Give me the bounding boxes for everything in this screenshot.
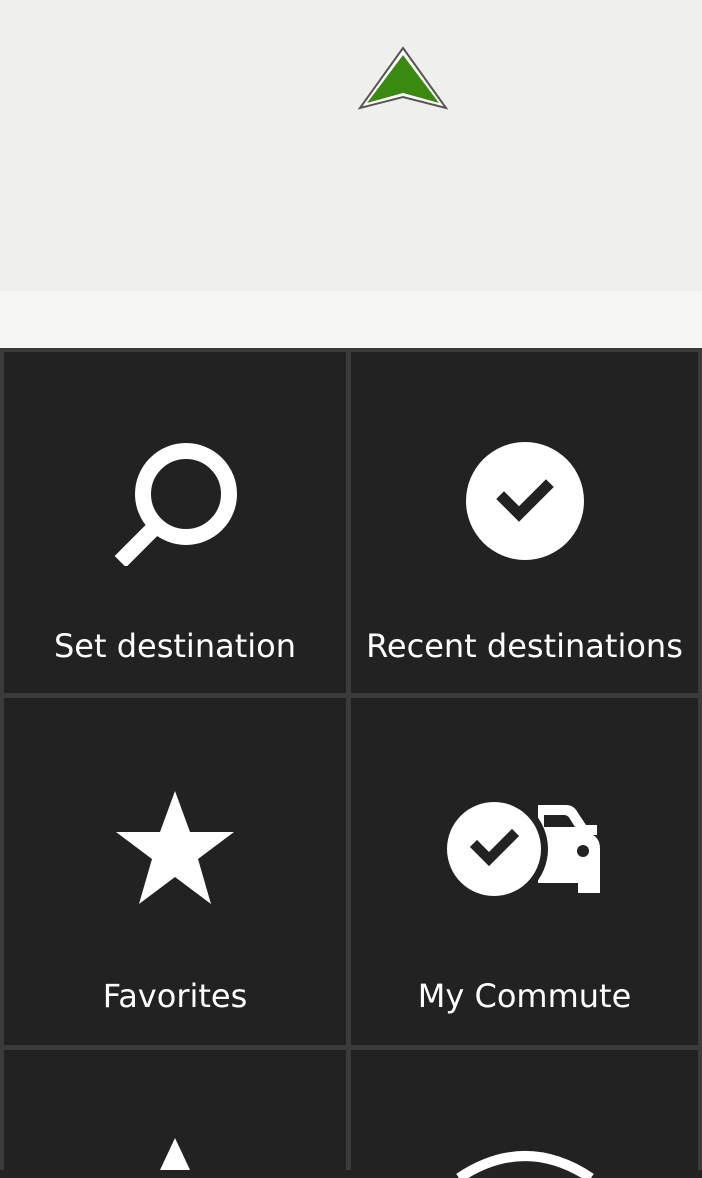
map-status-strip bbox=[0, 291, 702, 349]
my-commute-label: My Commute bbox=[417, 977, 632, 1015]
circle-icon bbox=[455, 1151, 594, 1178]
set-destination-label: Set destination bbox=[53, 627, 296, 665]
current-location-arrow-icon bbox=[357, 46, 449, 110]
recent-destinations-tile[interactable]: Recent destinations bbox=[351, 352, 698, 693]
recent-destinations-label: Recent destinations bbox=[366, 627, 683, 665]
favorites-tile[interactable]: Favorites bbox=[4, 698, 346, 1045]
navigation-arrow-icon bbox=[160, 1138, 190, 1170]
my-commute-tile[interactable]: My Commute bbox=[351, 698, 698, 1045]
commute-icon bbox=[445, 801, 600, 897]
favorites-label: Favorites bbox=[102, 977, 248, 1015]
map-view[interactable] bbox=[0, 0, 702, 291]
check-circle-icon bbox=[465, 442, 584, 560]
navigation-tile[interactable] bbox=[4, 1050, 346, 1170]
set-destination-tile[interactable]: Set destination bbox=[4, 352, 346, 693]
circular-option-tile[interactable] bbox=[351, 1050, 698, 1178]
star-icon bbox=[116, 791, 234, 904]
search-icon bbox=[114, 443, 237, 566]
